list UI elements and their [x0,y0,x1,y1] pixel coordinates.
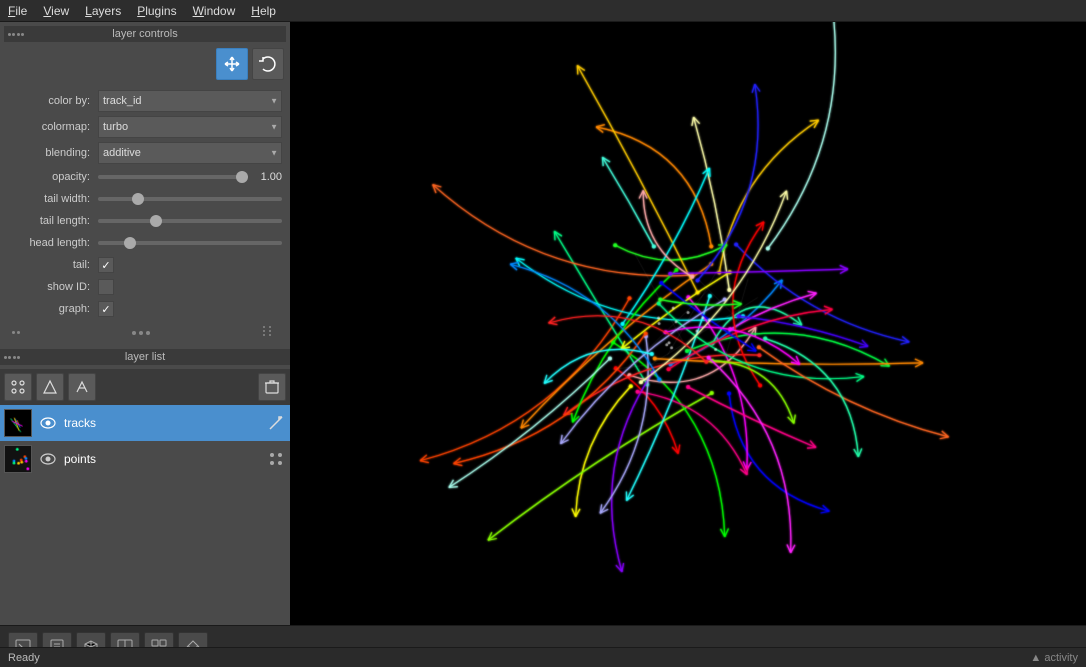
layer-item-tracks[interactable]: tracks [0,405,290,441]
points-type-icon [266,449,286,469]
tail-width-row: tail width: [4,188,286,210]
blending-dropdown[interactable]: additive translucent opaque [98,142,282,164]
opacity-label: opacity: [8,171,98,183]
activity-label: ▲ activity [1030,652,1078,664]
tail-width-slider-container [98,197,282,201]
expander-dots [130,329,152,337]
blending-dropdown-wrapper: additive translucent opaque [98,142,282,164]
tail-checkbox-label: tail: [8,259,98,271]
head-length-row: head length: [4,232,286,254]
layer-list-header: layer list [0,349,290,365]
opacity-slider[interactable] [98,175,248,179]
layer-controls-section: layer controls color by: track_id [0,22,290,349]
panel-handle-dots [12,331,20,334]
layer-controls-label: layer controls [112,28,177,40]
tail-width-label: tail width: [8,193,98,205]
blending-label: blending: [8,147,98,159]
colormap-dropdown-wrapper: turbo viridis plasma magma inferno [98,116,282,138]
layer-controls-handle [8,33,24,36]
tail-length-slider[interactable] [98,219,282,223]
layer-list-toolbar [0,369,290,405]
tracks-visibility-toggle[interactable] [38,413,58,433]
show-id-row: show ID: [4,276,286,298]
color-by-label: color by: [8,95,98,107]
layer-tools [4,46,286,82]
new-labels-button[interactable] [68,373,96,401]
new-shapes-button[interactable] [36,373,64,401]
graph-label: graph: [8,303,98,315]
color-by-dropdown-wrapper: track_id label age speed [98,90,282,112]
points-visibility-toggle[interactable] [38,449,58,469]
show-id-label: show ID: [8,281,98,293]
tail-length-slider-container [98,219,282,223]
colormap-row: colormap: turbo viridis plasma magma inf… [4,114,286,140]
menu-window[interactable]: Window [185,2,244,20]
layer-thumbnail-points [4,445,32,473]
status-text: Ready [8,652,1030,664]
show-id-checkbox[interactable] [98,279,114,295]
menubar: File View Layers Plugins Window Help [0,0,1086,22]
blending-row: blending: additive translucent opaque [4,140,286,166]
layer-thumbnail-tracks [4,409,32,437]
tail-length-row: tail length: [4,210,286,232]
menu-plugins[interactable]: Plugins [129,2,184,20]
status-bar: Ready ▲ activity [0,647,1086,667]
canvas-area[interactable] [290,22,1086,625]
head-length-label: head length: [8,237,98,249]
move-tool-button[interactable] [216,48,248,80]
tracks-layer-name: tracks [64,416,260,430]
menu-help[interactable]: Help [243,2,284,20]
layer-controls-header: layer controls [4,26,286,42]
track-canvas[interactable] [290,22,1086,625]
new-points-button[interactable] [4,373,32,401]
layer-list-section: layer list tracks [0,349,290,625]
rotate-tool-button[interactable] [252,48,284,80]
opacity-slider-container: 1.00 [98,171,282,183]
colormap-dropdown[interactable]: turbo viridis plasma magma inferno [98,116,282,138]
menu-file[interactable]: File [0,2,35,20]
tracks-type-icon [266,413,286,433]
delete-layer-button[interactable] [258,373,286,401]
graph-checkbox[interactable] [98,301,114,317]
layer-item-points[interactable]: points [0,441,290,477]
tail-checkbox[interactable] [98,257,114,273]
layer-list-label: layer list [125,351,165,363]
opacity-value: 1.00 [252,171,282,183]
left-panel: layer controls color by: track_id [0,22,290,625]
head-length-slider[interactable] [98,241,282,245]
color-by-row: color by: track_id label age speed [4,88,286,114]
graph-row: graph: [4,298,286,320]
points-layer-name: points [64,452,260,466]
layer-list-handle [4,356,20,359]
panel-resize-handle[interactable] [262,324,278,341]
tail-length-label: tail length: [8,215,98,227]
colormap-label: colormap: [8,121,98,133]
menu-view[interactable]: View [35,2,77,20]
tail-checkbox-row: tail: [4,254,286,276]
menu-layers[interactable]: Layers [77,2,129,20]
color-by-dropdown[interactable]: track_id label age speed [98,90,282,112]
head-length-slider-container [98,241,282,245]
tail-width-slider[interactable] [98,197,282,201]
opacity-row: opacity: 1.00 [4,166,286,188]
